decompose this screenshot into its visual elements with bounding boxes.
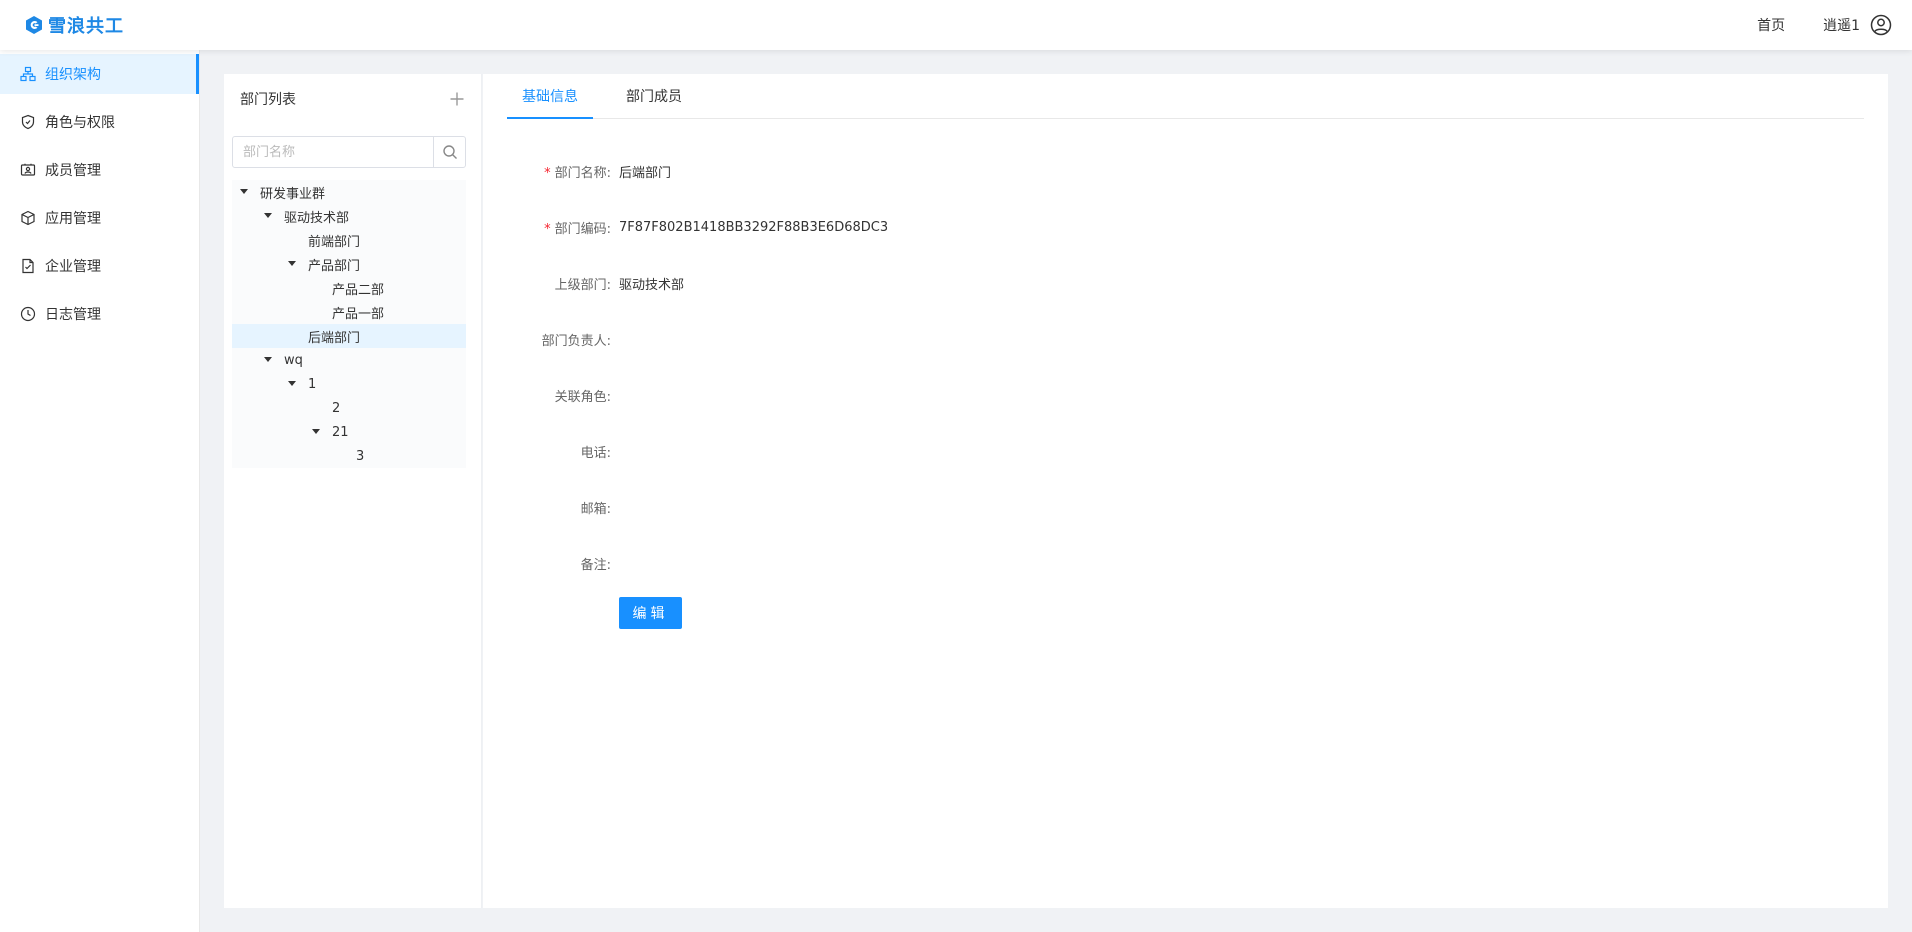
required-mark: * <box>544 221 551 237</box>
sidebar: 组织架构 角色与权限 成员管理 应用管理 企业管理 日志管理 <box>0 50 200 932</box>
dept-code-value: 7F87F802B1418BB3292F88B3E6D68DC3 <box>619 219 889 235</box>
tree-node[interactable]: 产品一部 <box>232 300 466 324</box>
sidebar-item-enterprise[interactable]: 企业管理 <box>0 246 199 286</box>
caret-down-icon[interactable] <box>308 424 324 440</box>
tree-node-label: 后端部门 <box>308 330 361 346</box>
dept-name-value: 后端部门 <box>619 165 672 181</box>
logo-text: 雪浪共工 <box>48 16 124 37</box>
leader-label: 部门负责人: <box>541 333 611 349</box>
tree-node[interactable]: 产品二部 <box>232 276 466 300</box>
add-dept-icon[interactable] <box>449 91 465 107</box>
caret-down-icon[interactable] <box>236 184 252 200</box>
tree-node-label: 2 <box>332 400 341 416</box>
org-chart-icon <box>20 66 36 82</box>
dept-name-label: 部门名称: <box>554 165 611 181</box>
tree-node[interactable]: 2 <box>232 396 466 420</box>
caret-down-icon[interactable] <box>284 256 300 272</box>
tree-node[interactable]: 3 <box>232 444 466 468</box>
dept-code-label: 部门编码: <box>554 221 611 237</box>
clock-icon <box>20 306 36 322</box>
parent-dept-value: 驱动技术部 <box>619 277 685 293</box>
search-button[interactable] <box>433 137 465 167</box>
tree-node[interactable]: 前端部门 <box>232 228 466 252</box>
caret-down-icon[interactable] <box>260 352 276 368</box>
tree-node[interactable]: 后端部门 <box>232 324 466 348</box>
tree-node[interactable]: 驱动技术部 <box>232 204 466 228</box>
sidebar-item-apps[interactable]: 应用管理 <box>0 198 199 238</box>
tree-node-label: 1 <box>308 376 317 392</box>
sidebar-item-label: 企业管理 <box>45 259 101 275</box>
dept-search-input[interactable] <box>233 137 433 167</box>
tree-node-label: 产品一部 <box>332 306 385 322</box>
email-label: 邮箱: <box>580 501 611 517</box>
role-label: 关联角色: <box>554 389 611 405</box>
tab-dept-members[interactable]: 部门成员 <box>611 73 697 118</box>
logo-icon <box>24 15 44 35</box>
phone-label: 电话: <box>580 445 611 461</box>
note-label: 备注: <box>580 557 611 573</box>
dept-list-panel: 部门列表 研发事业群驱动技术部前端部门产品部门产品二部产品一部后端部门 wq 12 2… <box>224 74 482 908</box>
tree-node[interactable]: 21 <box>232 420 466 444</box>
shield-icon <box>20 114 36 130</box>
dept-list-title: 部门列表 <box>240 92 296 108</box>
tree-node[interactable]: 产品部门 <box>232 252 466 276</box>
username: 逍遥1 <box>1823 18 1860 34</box>
tree-node-label: 产品部门 <box>308 258 361 274</box>
dept-search-box <box>232 136 466 168</box>
tab-basic-info[interactable]: 基础信息 <box>507 73 593 119</box>
edit-button[interactable]: 编辑 <box>619 597 682 629</box>
tree-node-label: 研发事业群 <box>260 186 326 202</box>
tree-node[interactable]: wq <box>232 348 466 372</box>
form-row-email: 邮箱: <box>507 479 1864 535</box>
sidebar-item-members[interactable]: 成员管理 <box>0 150 199 190</box>
form-row-leader: 部门负责人: <box>507 311 1864 367</box>
cube-icon <box>20 210 36 226</box>
sidebar-item-label: 组织架构 <box>45 67 101 83</box>
home-link[interactable]: 首页 <box>1757 15 1785 35</box>
sidebar-item-logs[interactable]: 日志管理 <box>0 294 199 334</box>
tree-node-label: 驱动技术部 <box>284 210 350 226</box>
tree-node-label: 3 <box>356 448 365 464</box>
tree-node-label: 产品二部 <box>332 282 385 298</box>
user-menu[interactable]: 逍遥1 <box>1823 14 1892 36</box>
tree-node-label: 21 <box>332 424 349 440</box>
search-icon <box>442 145 457 159</box>
form-row-dept-name: * 部门名称: 后端部门 <box>507 143 1864 199</box>
required-mark: * <box>544 165 551 181</box>
sidebar-item-label: 应用管理 <box>45 211 101 227</box>
user-avatar-icon <box>1870 14 1892 36</box>
sidebar-item-org[interactable]: 组织架构 <box>0 54 199 94</box>
dept-info-form: * 部门名称: 后端部门 * 部门编码: 7F87F802B1418BB3292F8… <box>507 119 1864 629</box>
tree-node[interactable]: 1 <box>232 372 466 396</box>
caret-down-icon[interactable] <box>260 208 276 224</box>
caret-down-icon[interactable] <box>284 376 300 392</box>
form-row-parent-dept: 上级部门: 驱动技术部 <box>507 255 1864 311</box>
form-row-phone: 电话: <box>507 423 1864 479</box>
sidebar-item-label: 成员管理 <box>45 163 101 179</box>
id-card-icon <box>20 162 36 178</box>
sidebar-item-label: 日志管理 <box>45 307 101 323</box>
logo[interactable]: 雪浪共工 <box>24 12 124 38</box>
tree-node[interactable]: 研发事业群 <box>232 180 466 204</box>
top-header: 雪浪共工 首页 逍遥1 <box>0 0 1912 50</box>
main-panel: 基础信息 部门成员 * 部门名称: 后端部门 * 部门编码: 7F87F802B14… <box>483 74 1888 908</box>
form-row-note: 备注: <box>507 535 1864 591</box>
dept-tree: 研发事业群驱动技术部前端部门产品部门产品二部产品一部后端部门 wq 1 2 21 3 <box>232 180 466 468</box>
sidebar-item-label: 角色与权限 <box>45 115 115 131</box>
parent-dept-label: 上级部门: <box>554 277 611 293</box>
tree-node-label: 前端部门 <box>308 234 361 250</box>
document-icon <box>20 258 36 274</box>
tab-bar: 基础信息 部门成员 <box>507 74 1864 119</box>
tree-node-label: wq <box>284 352 303 368</box>
sidebar-item-roles[interactable]: 角色与权限 <box>0 102 199 142</box>
form-row-dept-code: * 部门编码: 7F87F802B1418BB3292F88B3E6D68DC3 <box>507 199 1864 255</box>
form-row-role: 关联角色: <box>507 367 1864 423</box>
